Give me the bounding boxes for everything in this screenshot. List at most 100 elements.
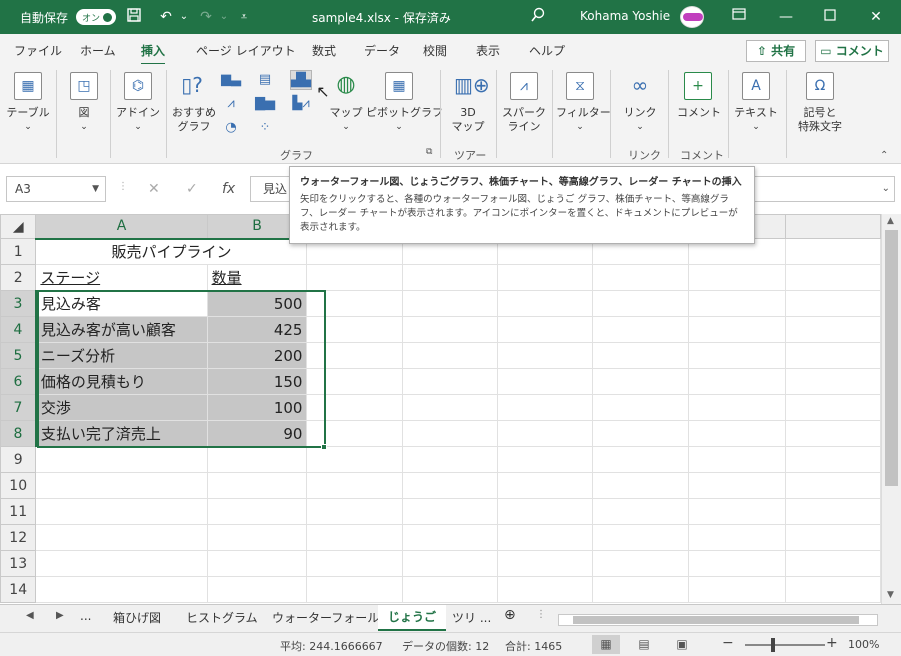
- cell[interactable]: [592, 342, 689, 369]
- cell-qty[interactable]: 150: [206, 368, 308, 395]
- cell[interactable]: [592, 394, 689, 421]
- table-label[interactable]: テーブル: [6, 106, 50, 120]
- scroll-up-icon[interactable]: ▲: [887, 216, 894, 226]
- filter-icon[interactable]: ⧖: [566, 72, 594, 100]
- cell-header-stage[interactable]: ステージ: [35, 264, 208, 291]
- map-label[interactable]: マップ: [326, 106, 366, 120]
- cell-stage[interactable]: 見込み客が高い顧客: [35, 316, 208, 343]
- cell[interactable]: [687, 316, 786, 343]
- cell[interactable]: [401, 550, 499, 577]
- cell[interactable]: [497, 316, 594, 343]
- cell[interactable]: [497, 290, 594, 317]
- table-icon[interactable]: ▦: [14, 72, 42, 100]
- cell-qty[interactable]: 500: [206, 290, 308, 317]
- row-header[interactable]: 12: [0, 524, 37, 551]
- cell[interactable]: [306, 342, 403, 369]
- cell[interactable]: [592, 498, 689, 525]
- cell[interactable]: [401, 342, 499, 369]
- row-header[interactable]: 10: [0, 472, 37, 499]
- filter-label[interactable]: フィルター: [556, 106, 611, 120]
- tab-scroll-right-icon[interactable]: ▶: [56, 610, 64, 621]
- share-button[interactable]: ⇧ 共有: [746, 40, 806, 62]
- cell[interactable]: [497, 394, 594, 421]
- zoom-in-icon[interactable]: +: [826, 635, 838, 651]
- add-sheet-icon[interactable]: ⊕: [504, 607, 516, 623]
- zoom-slider[interactable]: [745, 644, 825, 646]
- scatter-chart-icon[interactable]: ⁘: [254, 118, 276, 138]
- pivot-chart-label[interactable]: ピボットグラフ: [366, 106, 443, 120]
- tab-formulas[interactable]: 数式: [312, 42, 336, 59]
- cell[interactable]: [784, 290, 881, 317]
- cell[interactable]: [35, 472, 208, 499]
- recommended-chart-icon[interactable]: ▯?: [178, 72, 206, 100]
- row-header[interactable]: 9: [0, 446, 37, 473]
- column-chart-icon[interactable]: ▆▃: [220, 70, 242, 90]
- statistic-chart-icon[interactable]: ▇▅: [254, 94, 276, 114]
- undo-dropdown-icon[interactable]: ⌄: [174, 7, 194, 27]
- row-header[interactable]: 6: [0, 368, 37, 395]
- text-dropdown-icon[interactable]: ⌄: [732, 120, 780, 134]
- cell[interactable]: [497, 576, 594, 603]
- table-dropdown-icon[interactable]: ⌄: [6, 120, 50, 134]
- redo-icon[interactable]: ↷: [196, 7, 216, 27]
- cell[interactable]: [687, 342, 786, 369]
- cell[interactable]: [687, 576, 786, 603]
- avatar[interactable]: [680, 6, 704, 28]
- cell[interactable]: [592, 576, 689, 603]
- cell[interactable]: [784, 576, 881, 603]
- hscrollbar-thumb[interactable]: [573, 616, 859, 624]
- text-icon[interactable]: A: [742, 72, 770, 100]
- cell[interactable]: [401, 368, 499, 395]
- cell[interactable]: [401, 316, 499, 343]
- sheet-tab-histogram[interactable]: ヒストグラム: [186, 609, 258, 626]
- fill-handle[interactable]: [321, 444, 327, 450]
- minimize-icon[interactable]: —: [776, 7, 796, 27]
- close-icon[interactable]: ✕: [866, 7, 886, 27]
- recommended-chart-label-1[interactable]: おすすめ: [170, 106, 218, 120]
- cell[interactable]: [306, 472, 403, 499]
- cell[interactable]: [35, 550, 208, 577]
- zoom-level[interactable]: 100%: [848, 638, 879, 651]
- sparkline-label-1[interactable]: スパーク: [500, 106, 548, 120]
- row-header[interactable]: 7: [0, 394, 37, 421]
- cell[interactable]: [784, 446, 881, 473]
- link-label[interactable]: リンク: [618, 106, 662, 120]
- customize-icon[interactable]: ⩡: [234, 7, 254, 27]
- cell-title[interactable]: 販売パイプライン: [35, 238, 308, 265]
- vertical-scrollbar[interactable]: ▲ ▼: [881, 214, 901, 604]
- cell[interactable]: [687, 290, 786, 317]
- tab-view[interactable]: 表示: [476, 42, 500, 59]
- cell[interactable]: [401, 394, 499, 421]
- cell[interactable]: [592, 368, 689, 395]
- filter-dropdown-icon[interactable]: ⌄: [556, 120, 604, 134]
- cell[interactable]: [687, 420, 786, 447]
- maximize-icon[interactable]: [820, 7, 840, 27]
- row-header[interactable]: 8: [0, 420, 37, 447]
- symbol-icon[interactable]: Ω: [806, 72, 834, 100]
- cell[interactable]: [592, 550, 689, 577]
- cell[interactable]: [401, 576, 499, 603]
- cell[interactable]: [497, 498, 594, 525]
- cell[interactable]: [306, 316, 403, 343]
- cell[interactable]: [206, 524, 308, 551]
- cell[interactable]: [401, 264, 499, 291]
- addin-icon[interactable]: ⌬: [124, 72, 152, 100]
- cell[interactable]: [784, 238, 881, 265]
- select-all-corner[interactable]: ◢: [0, 214, 37, 239]
- tab-data[interactable]: データ: [364, 42, 400, 59]
- cell[interactable]: [592, 524, 689, 551]
- tab-scroll-left-icon[interactable]: ◀: [26, 610, 34, 621]
- cell[interactable]: [401, 446, 499, 473]
- illustration-icon[interactable]: ◳: [70, 72, 98, 100]
- ribbon-display-icon[interactable]: [729, 7, 749, 27]
- cell[interactable]: [687, 394, 786, 421]
- map3d-icon[interactable]: ▥⊕: [454, 72, 490, 100]
- zoom-out-icon[interactable]: −: [722, 635, 734, 651]
- horizontal-scrollbar[interactable]: [558, 614, 878, 626]
- cell[interactable]: [592, 420, 689, 447]
- cell[interactable]: [306, 550, 403, 577]
- cell[interactable]: [497, 446, 594, 473]
- cell[interactable]: [592, 290, 689, 317]
- tab-splitter-icon[interactable]: ⋮: [536, 609, 546, 620]
- waterfall-chart-icon[interactable]: ▟▙: [290, 70, 312, 90]
